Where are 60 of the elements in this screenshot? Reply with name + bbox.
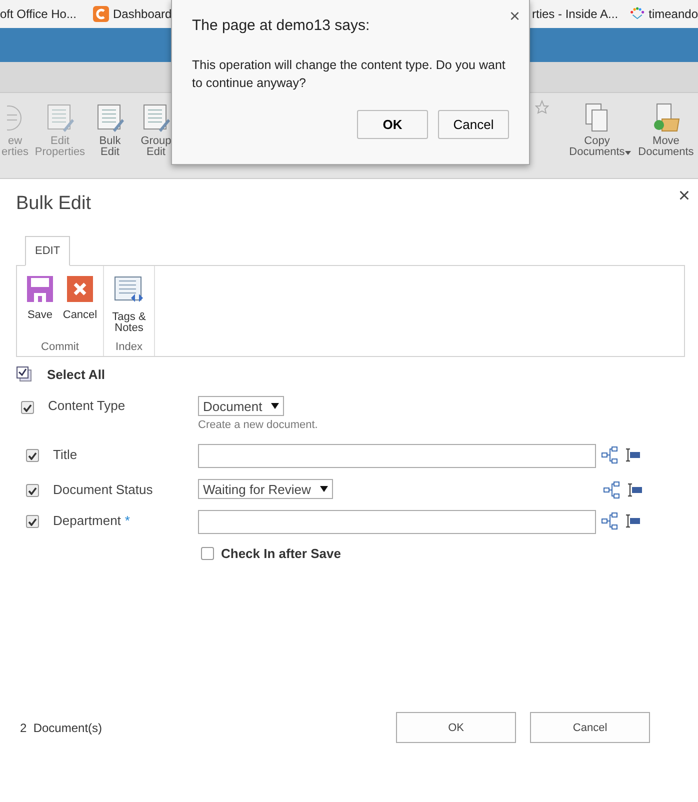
dialog-title: The page at demo13 says: [192,17,371,34]
field-label: Content Type [48,398,126,413]
group-label: Commit [41,341,79,355]
document-folder-icon [651,103,681,133]
footer-button[interactable]: Cancel [530,712,650,743]
text-cursor-icon[interactable] [624,446,641,464]
checkbox[interactable] [26,515,39,528]
input-field[interactable] [198,444,596,468]
ribbon-button-label[interactable]: Group Edit [140,136,172,158]
properties-icon [7,103,23,133]
caret-icon [271,403,280,409]
select-all-label[interactable]: Select All [47,366,106,382]
checkbox[interactable] [21,401,34,414]
dropdown[interactable]: Document [198,396,284,416]
document-count: 2 Document(s) [20,721,102,735]
app-icon [93,6,109,22]
text-cursor-icon[interactable] [626,481,643,499]
save-icon [27,276,53,302]
checkbox[interactable] [201,547,214,560]
ribbon-button[interactable]: Save [20,268,60,341]
checkbox[interactable] [26,449,39,462]
close-icon[interactable]: × [509,6,520,27]
modal-title: Bulk Edit [16,193,92,215]
hierarchy-icon[interactable] [602,481,620,499]
document-arrows-icon [114,276,144,304]
dropdown[interactable]: Waiting for Review [198,479,333,499]
field-label: Title [53,447,78,462]
checkbox[interactable] [26,484,39,497]
field-label: Department * [53,513,131,528]
dialog-button[interactable]: OK [357,110,428,139]
ribbon-button[interactable]: Tags & Notes [107,268,151,341]
input-field[interactable] [198,510,596,534]
select-all-icon [16,366,32,382]
close-icon[interactable]: × [678,185,690,208]
star-icon [535,100,549,114]
caret-icon [320,486,328,492]
check-in-label[interactable]: Check In after Save [221,546,341,561]
bookmark-link[interactable]: timeando [648,7,698,21]
dialog-message: This operation will change the content type. Do you want to continue anyway? [192,57,506,92]
hierarchy-icon[interactable] [601,512,618,530]
ribbon-button-label[interactable]: Bulk Edit [99,136,121,158]
ribbon-tab[interactable]: EDIT [25,236,70,266]
ribbon-button-label[interactable]: Copy Documents [569,136,625,158]
cancel-icon [67,276,93,302]
hierarchy-icon[interactable] [601,446,618,464]
field-label: Document Status [53,482,154,497]
caret-icon[interactable] [625,151,631,155]
footer-button[interactable]: OK [396,712,516,743]
hint-text: Create a new document. [198,419,318,431]
ribbon-button[interactable]: Cancel [60,268,100,341]
bookmark-link[interactable]: rties - Inside A... [532,7,618,21]
dialog-button[interactable]: Cancel [438,110,509,139]
document-edit-icon [45,103,75,133]
ribbon-button-label[interactable]: Move Documents [638,136,694,158]
text-cursor-icon[interactable] [624,512,641,530]
document-edit-icon [95,103,125,133]
bookmark-link[interactable]: Dashboard [113,7,172,21]
group-label: Index [116,341,142,355]
bookmark-link[interactable]: oft Office Ho... [0,7,76,21]
dots-logo-icon [630,7,645,21]
